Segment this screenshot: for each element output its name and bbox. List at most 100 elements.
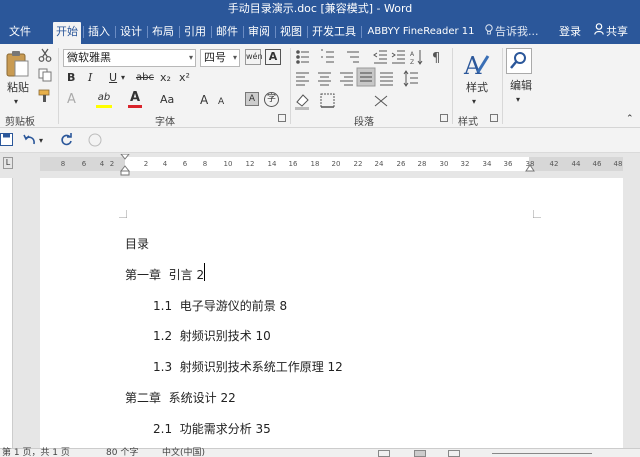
tab-abbyy[interactable]: ABBYY FineReader 11 <box>362 22 480 44</box>
phonetic-guide-button[interactable]: wén <box>245 49 263 65</box>
status-bar: 第 1 页，共 1 页 80 个字 中文(中国) <box>0 448 640 457</box>
tab-insert[interactable]: 插入 <box>85 22 113 44</box>
enclose-char-button[interactable]: 字 <box>264 92 279 107</box>
ruler-tick: 36 <box>503 160 513 168</box>
font-dialog-launcher-icon[interactable] <box>278 114 286 122</box>
paragraph-icons[interactable]: AZ ¶ <box>295 48 455 112</box>
ruler-tick: 24 <box>374 160 384 168</box>
ruler-tick: 42 <box>549 160 559 168</box>
ruler-tick: 8 <box>202 160 208 168</box>
paste-icon[interactable] <box>5 50 31 81</box>
chevron-down-icon[interactable]: ▾ <box>516 93 520 107</box>
tab-design[interactable]: 设计 <box>117 22 145 44</box>
bullets-icon <box>296 50 309 64</box>
styles-group-label: 样式 <box>458 117 478 128</box>
format-painter-icon[interactable] <box>38 89 52 106</box>
grow-font-button[interactable]: A <box>200 93 208 107</box>
tab-layout[interactable]: 布局 <box>149 22 177 44</box>
paste-button[interactable]: 粘贴 <box>3 81 33 95</box>
styles-button[interactable]: 样式 <box>462 81 492 95</box>
chevron-down-icon[interactable]: ▾ <box>121 71 125 85</box>
strikethrough-button[interactable]: abc <box>136 71 154 85</box>
paragraph-dialog-launcher-icon[interactable] <box>440 114 448 122</box>
web-layout-icon[interactable] <box>448 450 460 457</box>
font-color-button[interactable]: A <box>128 91 142 108</box>
styles-dialog-launcher-icon[interactable] <box>490 114 498 122</box>
italic-button[interactable]: I <box>88 71 92 85</box>
redo-icon[interactable] <box>60 133 73 149</box>
undo-icon[interactable] <box>23 133 37 149</box>
svg-text:A: A <box>463 52 482 78</box>
clear-formatting-button[interactable]: A <box>245 92 259 106</box>
paste-dropdown-icon[interactable]: ▾ <box>14 95 18 109</box>
tab-selector[interactable]: L <box>3 157 13 169</box>
title-bar: 手动目录演示.doc [兼容模式] - Word <box>0 0 640 18</box>
tab-view[interactable]: 视图 <box>277 22 305 44</box>
cut-icon[interactable] <box>38 48 52 65</box>
tab-mailings[interactable]: 邮件 <box>213 22 241 44</box>
ruler-tick: 12 <box>245 160 255 168</box>
collapse-ribbon-icon[interactable]: ⌃ <box>626 112 634 126</box>
tab-review[interactable]: 审阅 <box>245 22 273 44</box>
search-icon[interactable] <box>506 48 532 77</box>
decrease-indent-icon <box>373 50 387 64</box>
ruler-tick: 4 <box>162 160 168 168</box>
vertical-ruler[interactable] <box>0 178 13 448</box>
language[interactable]: 中文(中国) <box>162 449 205 457</box>
ruler-tick: 16 <box>288 160 298 168</box>
horizontal-ruler[interactable]: 8 6 4 2 2 4 6 8 10 12 14 16 18 20 22 24 … <box>40 154 623 176</box>
ruler-tick: 20 <box>331 160 341 168</box>
chevron-down-icon[interactable]: ▾ <box>39 134 43 148</box>
text-cursor <box>204 263 205 281</box>
touch-mode-icon[interactable] <box>88 133 102 150</box>
zoom-slider[interactable] <box>492 453 592 454</box>
tab-separator <box>115 26 116 38</box>
borders-icon <box>320 93 335 108</box>
print-layout-icon[interactable] <box>414 450 426 457</box>
page-count[interactable]: 第 1 页，共 1 页 <box>2 449 70 457</box>
subscript-button[interactable]: x₂ <box>160 71 171 85</box>
svg-text:Z: Z <box>410 59 414 66</box>
char-border-button[interactable]: A <box>265 49 281 65</box>
share-button[interactable]: 共享 <box>594 22 628 42</box>
window-title: 手动目录演示.doc [兼容模式] - Word <box>227 2 413 15</box>
toc-heading: 目录 <box>125 237 150 251</box>
underline-button[interactable]: U <box>109 71 117 85</box>
text-effects-button[interactable]: A <box>67 93 76 107</box>
superscript-button[interactable]: x² <box>179 71 190 85</box>
multilevel-list-icon <box>347 51 359 63</box>
highlight-color-bar <box>96 105 112 108</box>
change-case-button[interactable]: Aa <box>160 93 174 107</box>
font-name-select[interactable]: 微软雅黑 ▾ <box>63 49 196 67</box>
shrink-font-button[interactable]: A <box>218 95 224 109</box>
editing-button[interactable]: 编辑 <box>506 79 536 93</box>
right-indent-icon[interactable] <box>525 165 535 172</box>
share-label: 共享 <box>606 25 628 38</box>
chevron-down-icon: ▾ <box>188 53 193 62</box>
document-page[interactable]: 目录 第一章 引言 2 1.1 电子导游仪的前景 8 1.2 射频识别技术 10… <box>40 178 623 448</box>
styles-icon[interactable]: A <box>462 50 490 81</box>
toc-section: 1.3 射频识别技术系统工作原理 12 <box>153 360 343 374</box>
save-icon[interactable] <box>0 133 13 149</box>
ruler-tick: 4 <box>99 160 105 168</box>
tab-file[interactable]: 文件 <box>2 22 38 44</box>
chevron-down-icon[interactable]: ▾ <box>472 95 476 109</box>
bold-button[interactable]: B <box>67 71 75 85</box>
ruler-area: L 8 6 4 2 2 4 6 8 10 12 14 16 18 20 22 2… <box>0 153 640 178</box>
align-right-icon <box>340 72 353 86</box>
tab-developer[interactable]: 开发工具 <box>309 22 359 44</box>
font-size-select[interactable]: 四号 ▾ <box>200 49 240 67</box>
copy-icon[interactable] <box>38 68 52 85</box>
tab-separator <box>211 26 212 38</box>
read-mode-icon[interactable] <box>378 450 390 457</box>
login-button[interactable]: 登录 <box>559 22 581 42</box>
tab-home[interactable]: 开始 <box>53 22 81 44</box>
highlight-button[interactable]: ab <box>96 91 112 108</box>
tell-me-box[interactable]: 告诉我... <box>485 22 539 42</box>
ribbon-home: 粘贴 ▾ 剪贴板 微软雅黑 ▾ 四号 ▾ wén A B I U ▾ abc x… <box>0 44 640 128</box>
tab-references[interactable]: 引用 <box>181 22 209 44</box>
asian-layout-icon <box>374 95 388 107</box>
indent-markers-icon[interactable] <box>120 154 130 176</box>
tab-separator <box>275 26 276 38</box>
word-count[interactable]: 80 个字 <box>106 449 138 457</box>
